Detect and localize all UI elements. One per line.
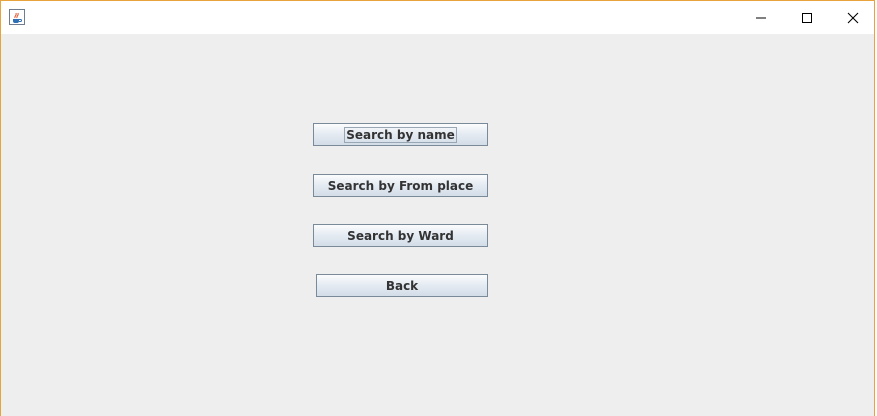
close-icon bbox=[847, 12, 859, 24]
back-button[interactable]: Back bbox=[316, 274, 488, 297]
back-label: Back bbox=[385, 278, 419, 293]
maximize-icon bbox=[801, 12, 813, 24]
close-button[interactable] bbox=[830, 1, 876, 34]
search-by-name-label: Search by name bbox=[344, 126, 457, 143]
minimize-button[interactable] bbox=[738, 1, 784, 34]
title-bar[interactable] bbox=[1, 1, 874, 34]
search-by-from-place-label: Search by From place bbox=[327, 178, 474, 193]
minimize-icon bbox=[755, 12, 767, 24]
java-cup-icon[interactable] bbox=[9, 9, 25, 25]
content-pane: Search by name Search by From place Sear… bbox=[1, 34, 874, 416]
search-by-from-place-button[interactable]: Search by From place bbox=[313, 174, 488, 197]
search-by-ward-button[interactable]: Search by Ward bbox=[313, 224, 488, 247]
maximize-button[interactable] bbox=[784, 1, 830, 34]
search-by-name-button[interactable]: Search by name bbox=[313, 123, 488, 146]
app-window: Search by name Search by From place Sear… bbox=[0, 0, 875, 416]
search-by-ward-label: Search by Ward bbox=[347, 228, 454, 243]
